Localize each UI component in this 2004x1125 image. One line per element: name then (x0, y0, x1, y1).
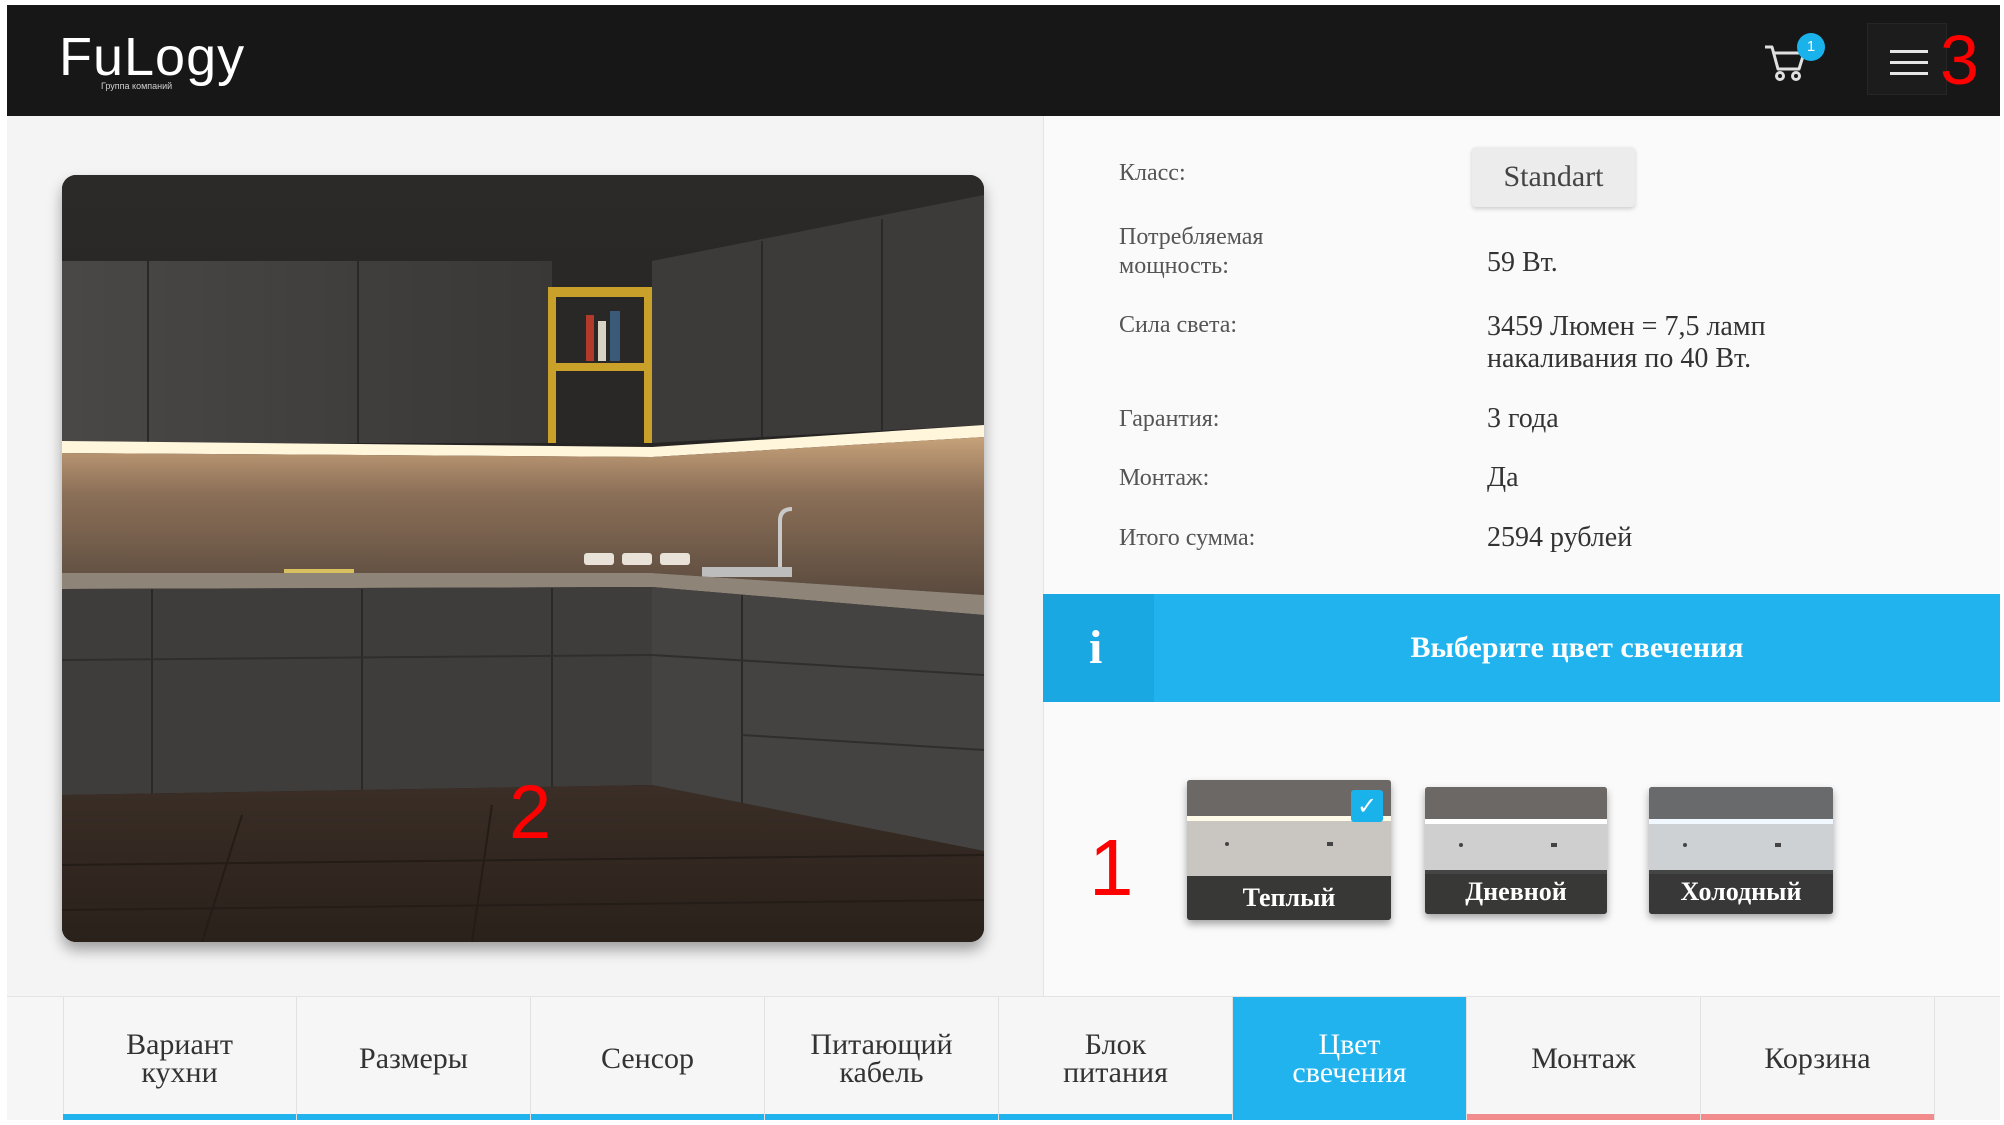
info-icon-box: i (1043, 594, 1154, 702)
tab-progress-underline (531, 1114, 764, 1120)
menu-button[interactable] (1867, 23, 1947, 95)
tab-progress-underline (999, 1114, 1232, 1120)
cart-count-badge: 1 (1797, 33, 1825, 61)
swatch-cold-label: Холодный (1649, 870, 1833, 914)
spec-label-power: Потребляемая мощность: (1119, 224, 1264, 279)
spec-value-luminous: 3459 Люмен = 7,5 ламп накаливания по 40 … (1487, 311, 1766, 374)
top-bar: FuLogy Группа компаний 1 3 (7, 5, 2000, 116)
hamburger-icon (1890, 61, 1928, 64)
step-tabs: Вариант кухни Размеры Сенсор Питающий ка… (7, 996, 2000, 1120)
tab-cart[interactable]: Корзина (1701, 997, 1935, 1120)
tab-progress-underline (765, 1114, 998, 1120)
swatch-selected-check-icon: ✓ (1351, 790, 1383, 822)
tab-progress-underline (1467, 1114, 1700, 1120)
app-window: FuLogy Группа компаний 1 3 2 Класс: Stan… (7, 5, 2000, 1120)
tab-glow-color-label: Цвет свечения (1292, 1028, 1407, 1089)
logo-subtitle: Группа компаний (101, 81, 173, 91)
spec-label-total: Итого сумма: (1119, 525, 1256, 551)
spec-value-total: 2594 рублей (1487, 522, 1633, 553)
hamburger-icon (1890, 72, 1928, 75)
tab-power-supply[interactable]: Блок питания (999, 997, 1233, 1120)
tab-power-cable[interactable]: Питающий кабель (765, 997, 999, 1120)
tab-installation[interactable]: Монтаж (1467, 997, 1701, 1120)
info-bar: i Выберите цвет свечения (1043, 594, 2000, 702)
tab-sensor[interactable]: Сенсор (531, 997, 765, 1120)
tab-power-cable-label: Питающий кабель (810, 1028, 953, 1089)
spec-value-warranty: 3 года (1487, 403, 1559, 434)
info-message: Выберите цвет свечения (1410, 631, 1744, 664)
swatch-warm-label: Теплый (1187, 876, 1391, 920)
tab-kitchen-variant[interactable]: Вариант кухни (63, 997, 297, 1120)
annotation-1: 1 (1089, 823, 1134, 912)
swatch-cold[interactable]: Холодный (1649, 787, 1833, 914)
spec-label-installation: Монтаж: (1119, 465, 1210, 491)
annotation-3: 3 (1940, 21, 1979, 99)
logo-text: FuLogy (59, 27, 246, 87)
info-icon: i (1089, 621, 1103, 674)
swatch-daylight[interactable]: Дневной (1425, 787, 1607, 914)
tab-power-supply-label: Блок питания (1063, 1028, 1168, 1089)
spec-label-luminous: Сила света: (1119, 312, 1238, 338)
tabbar-edge-left (7, 997, 64, 1120)
tab-kitchen-variant-label: Вариант кухни (126, 1028, 233, 1089)
tab-progress-underline (63, 1114, 296, 1120)
swatch-daylight-label: Дневной (1425, 870, 1607, 914)
class-selector-button[interactable]: Standart (1472, 147, 1635, 207)
spec-label-warranty: Гарантия: (1119, 406, 1220, 432)
tab-glow-color[interactable]: Цвет свечения (1233, 997, 1467, 1120)
tab-sizes[interactable]: Размеры (297, 997, 531, 1120)
spec-label-class: Класс: (1119, 160, 1186, 186)
swatch-warm[interactable]: ✓ Теплый (1187, 780, 1391, 920)
hamburger-icon (1890, 50, 1928, 53)
tab-progress-underline (1701, 1114, 1934, 1120)
tab-installation-label: Монтаж (1531, 1042, 1636, 1075)
tab-cart-label: Корзина (1764, 1042, 1871, 1075)
cart-button[interactable]: 1 (1763, 33, 1825, 95)
tab-sizes-label: Размеры (359, 1042, 468, 1075)
tab-sensor-label: Сенсор (600, 1042, 695, 1075)
tab-progress-underline (297, 1114, 530, 1120)
logo[interactable]: FuLogy Группа компаний (59, 29, 249, 99)
spec-value-power: 59 Вт. (1487, 247, 1558, 278)
annotation-2: 2 (509, 770, 552, 855)
spec-value-installation: Да (1487, 462, 1519, 493)
